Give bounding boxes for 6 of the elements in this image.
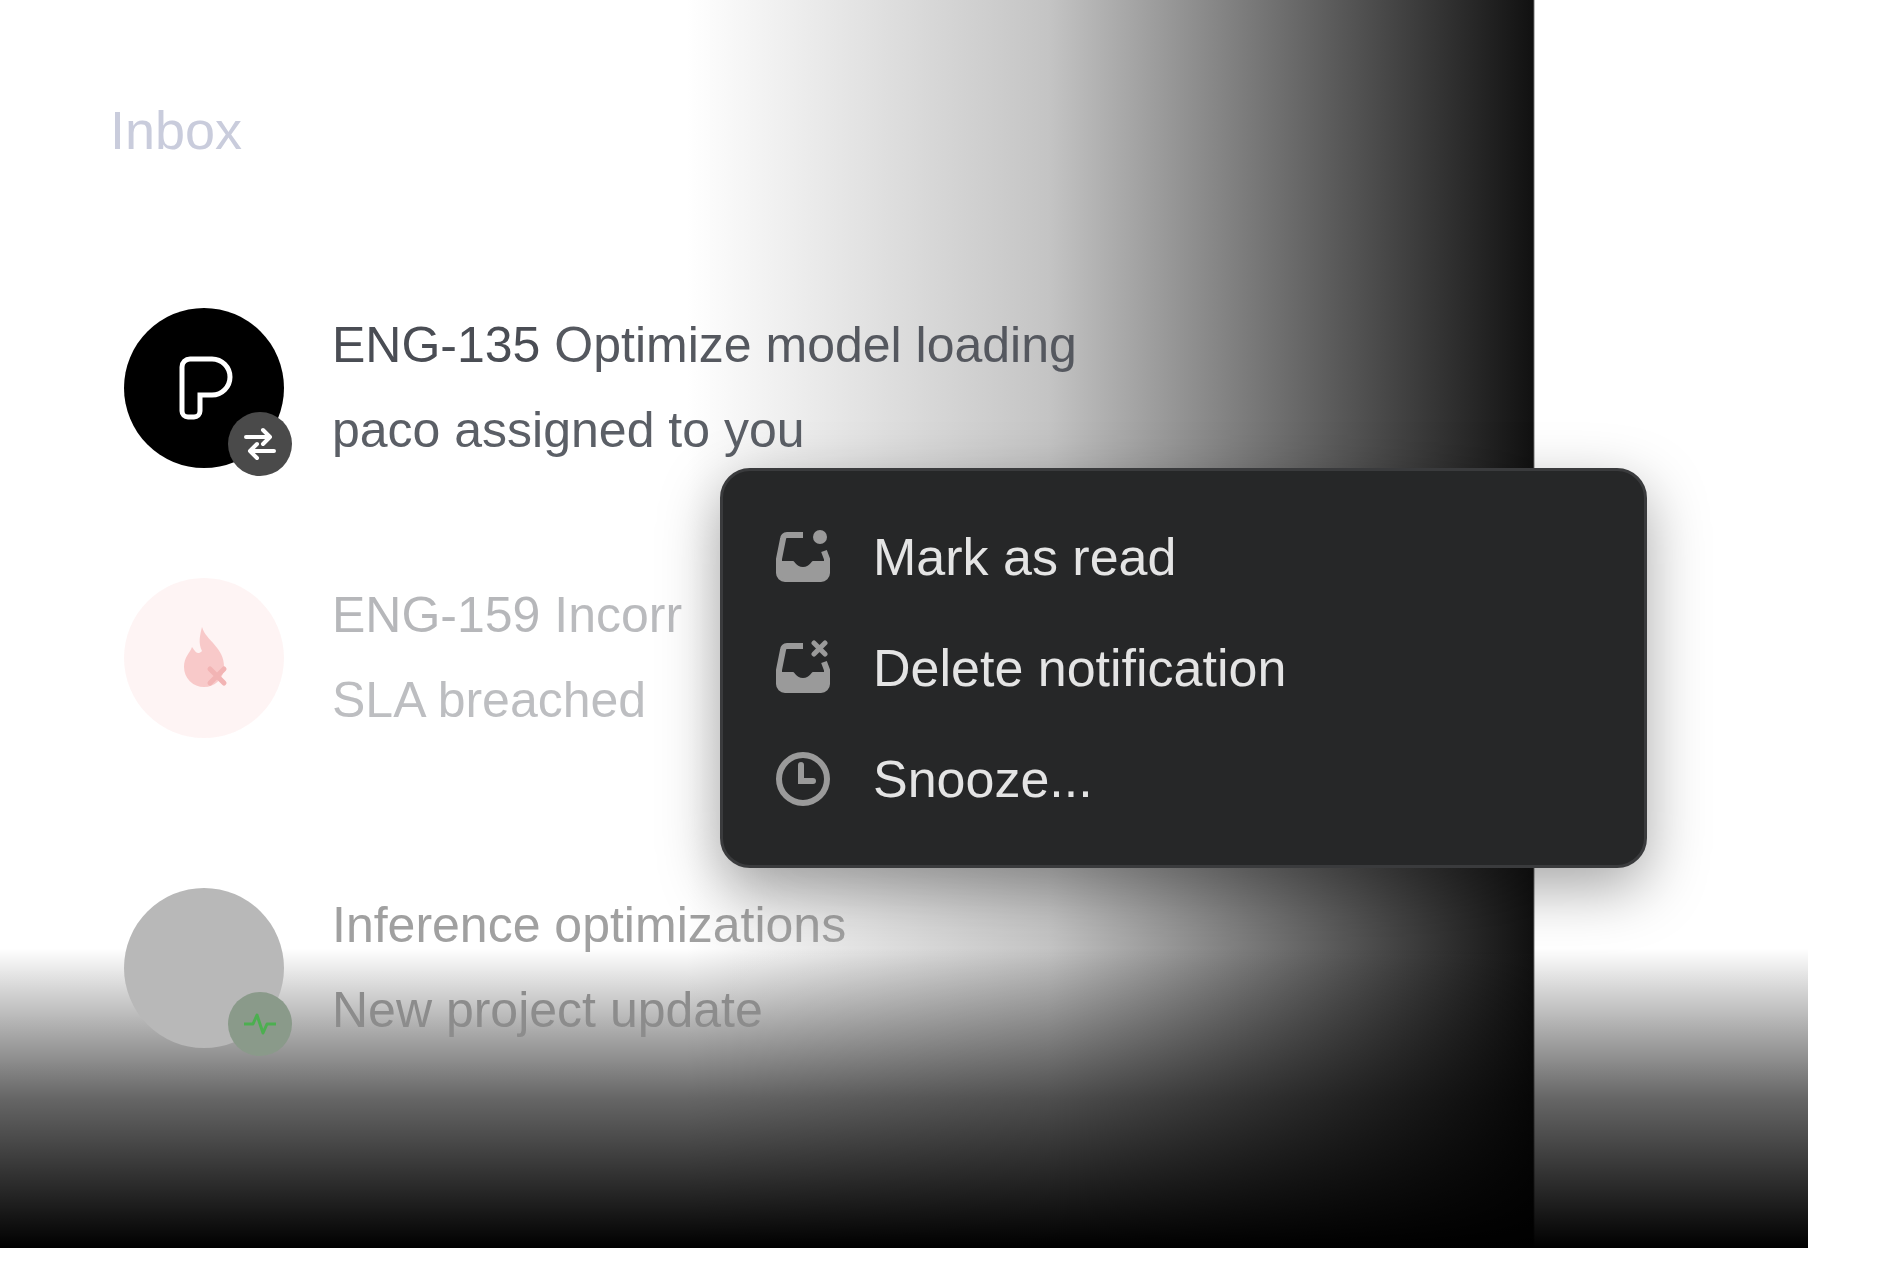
notification-title: ENG-135 Optimize model loading [332, 315, 1077, 375]
notification-subtitle: paco assigned to you [332, 400, 806, 460]
notification-subtitle: New project update [332, 980, 764, 1040]
notification-subtitle: SLA breached [332, 670, 648, 730]
notification-title: Inference optimizations [332, 895, 847, 955]
notification-title: ENG-159 Incorr [332, 585, 683, 645]
